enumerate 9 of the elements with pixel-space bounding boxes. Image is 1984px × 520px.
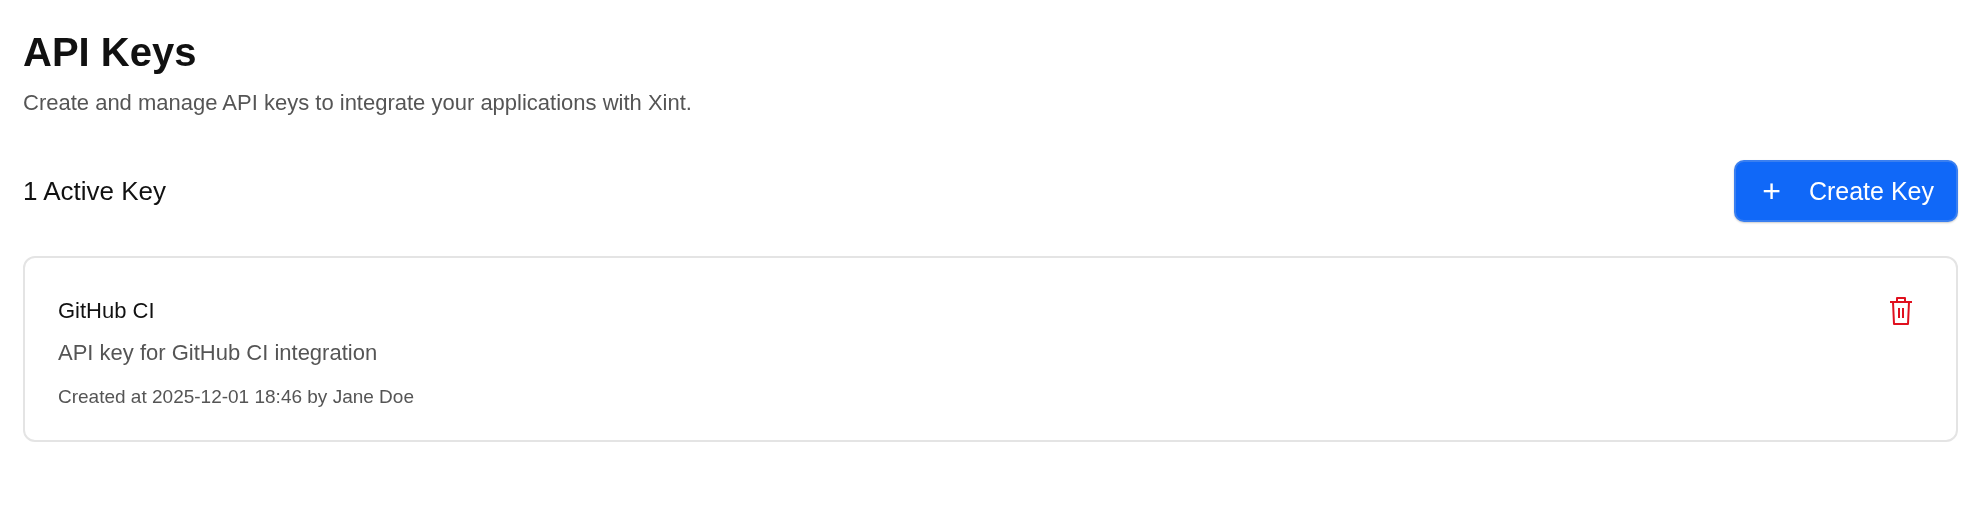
key-description: API key for GitHub CI integration (58, 340, 379, 366)
page-subtitle: Create and manage API keys to integrate your applications with Xint. (23, 90, 693, 116)
key-name: GitHub CI (58, 298, 156, 324)
trash-icon (1888, 296, 1914, 326)
key-created-info: Created at 2025-12-01 18:46 by Jane Doe (58, 386, 414, 408)
page-title: API Keys (23, 29, 198, 76)
section-heading: 1 Active Key (23, 175, 167, 207)
create-key-button[interactable]: + Create Key (1734, 160, 1958, 222)
delete-button[interactable] (1888, 296, 1914, 326)
